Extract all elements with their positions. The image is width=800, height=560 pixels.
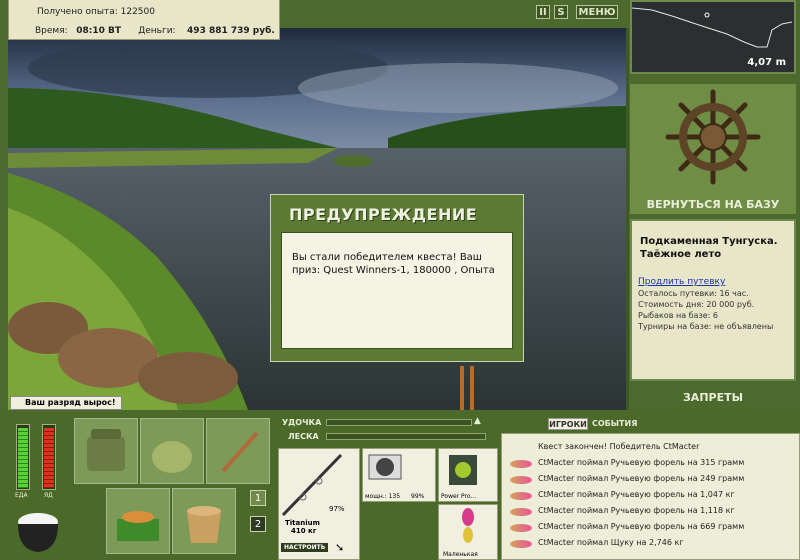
rod-condition: 97% xyxy=(329,505,345,513)
line-slot[interactable]: Power Pro... xyxy=(438,448,498,502)
fish-basket-icon xyxy=(117,511,159,541)
bait-bag-slot[interactable] xyxy=(140,418,204,484)
return-to-base-button[interactable]: ВЕРНУТЬСЯ НА БАЗУ xyxy=(630,196,796,214)
event-item: Квест закончен! Победитель CtMacter xyxy=(538,442,700,451)
lure-slot[interactable]: Маленькая xyxy=(438,504,498,560)
bucket-slot[interactable] xyxy=(172,488,236,554)
line-tension-label: ЛЕСКА xyxy=(288,432,319,441)
tab-players[interactable]: ИГРОКИ xyxy=(548,418,588,430)
rod-weight: 410 кг xyxy=(291,527,317,535)
tackle-box-slot[interactable] xyxy=(74,418,138,484)
license-slot[interactable] xyxy=(206,418,270,484)
dialog-message: Вы стали победителем квеста! Ваш приз: Q… xyxy=(281,232,513,349)
event-item: CtMacter поймал Ручьевую форель на 669 г… xyxy=(538,522,745,531)
time-label: Время: xyxy=(35,26,68,36)
cursor-icon: ➘ xyxy=(335,541,345,554)
event-item: CtMacter поймал Ручьевую форель на 1,118… xyxy=(538,506,735,515)
rank-up-notice[interactable]: Ваш разряд вырос! xyxy=(10,396,122,410)
food-gauge xyxy=(16,424,30,490)
poison-label: ЯД xyxy=(44,492,53,499)
pause-icon[interactable]: II xyxy=(536,5,550,19)
bait-bag-icon xyxy=(152,441,192,473)
feather-pen-icon xyxy=(221,431,259,473)
depth-value: 4,07 m xyxy=(747,57,786,68)
money-label: Деньги: xyxy=(138,26,176,36)
fish-icon xyxy=(510,460,532,468)
fish-icon xyxy=(510,476,532,484)
catch-basket-slot[interactable] xyxy=(106,488,170,554)
reel-power: мощн.: 135 xyxy=(365,493,401,500)
event-item: CtMacter поймал Ручьевую форель на 249 г… xyxy=(538,474,745,483)
event-item: CtMacter поймал Ручьевую форель на 315 г… xyxy=(538,458,745,467)
lure-name: Маленькая xyxy=(443,551,478,558)
page-2-button[interactable]: 2 xyxy=(250,516,266,532)
food-label: ЕДА xyxy=(15,492,28,499)
lure-icon xyxy=(462,508,474,543)
rank-up-text: Ваш разряд вырос! xyxy=(25,398,116,407)
arrow-up-icon: ▲ xyxy=(474,416,481,426)
ship-wheel-icon[interactable] xyxy=(630,84,796,196)
fish-icon xyxy=(510,508,532,516)
wooden-bucket-icon xyxy=(187,506,221,543)
poison-gauge xyxy=(42,424,56,490)
warning-dialog: ПРЕДУПРЕЖДЕНИЕ Вы стали победителем квес… xyxy=(270,194,524,362)
setup-button[interactable]: НАСТРОИТЬ xyxy=(281,543,329,552)
stat-day-cost: Стоимость дня: 20 000 руб. xyxy=(638,300,755,309)
fishing-rod-icon xyxy=(281,453,343,517)
poison-gauge-fill xyxy=(44,428,54,488)
sound-icon[interactable]: S xyxy=(554,5,568,19)
line-spool-icon xyxy=(449,455,477,485)
exp-value: 122500 xyxy=(120,7,155,17)
menu-button[interactable]: МЕНЮ xyxy=(576,5,618,19)
food-pot-icon[interactable] xyxy=(12,506,64,556)
stat-tournaments: Турниры на базе: не объявлены xyxy=(638,322,774,331)
line-tension-bar xyxy=(326,433,486,440)
player-info-panel: Получено опыта: 122500 Время: 08:10 ВТ Д… xyxy=(8,0,280,40)
reel-condition: 99% xyxy=(411,493,425,500)
events-list: Квест закончен! Победитель CtMacter CtMa… xyxy=(501,433,800,560)
exp-label: Получено опыта: xyxy=(37,7,118,17)
fish-icon xyxy=(510,540,532,548)
rod-slot[interactable]: 97% Titanium 410 кг НАСТРОИТЬ ➘ xyxy=(278,448,360,560)
food-gauge-fill xyxy=(18,428,28,488)
fish-icon xyxy=(510,524,532,532)
tackle-bag-icon xyxy=(87,429,125,471)
event-item: CtMacter поймал Щуку на 2,746 кг xyxy=(538,538,684,547)
reel-slot[interactable]: мощн.: 135 99% xyxy=(362,448,436,502)
base-panel xyxy=(630,84,796,214)
bans-button[interactable]: ЗАПРЕТЫ xyxy=(630,388,796,408)
reel-icon xyxy=(368,454,402,480)
extend-permit-link[interactable]: Продлить путевку xyxy=(638,277,725,287)
location-panel: Подкаменная Тунгуска. Таёжное лето Продл… xyxy=(630,219,796,381)
time-value: 08:10 ВТ xyxy=(76,26,122,36)
stat-remaining: Осталось путевки: 16 час. xyxy=(638,289,749,298)
line-name: Power Pro... xyxy=(441,493,477,500)
stat-fishers: Рыбаков на базе: 6 xyxy=(638,311,718,320)
tab-events[interactable]: СОБЫТИЯ xyxy=(592,418,637,430)
rod-name: Titanium xyxy=(285,519,320,527)
event-item: CtMacter поймал Ручьевую форель на 1,047… xyxy=(538,490,735,499)
page-1-button[interactable]: 1 xyxy=(250,490,266,506)
rod-tension-label: УДОЧКА xyxy=(282,418,322,427)
location-name: Подкаменная Тунгуска. Таёжное лето xyxy=(640,236,778,260)
fish-icon xyxy=(510,492,532,500)
depth-chart: 4,07 m xyxy=(630,0,796,74)
float-marker xyxy=(704,12,710,18)
rod-tension-bar xyxy=(326,419,472,426)
dialog-title: ПРЕДУПРЕЖДЕНИЕ xyxy=(289,205,478,224)
money-value: 493 881 739 руб. xyxy=(187,26,275,36)
